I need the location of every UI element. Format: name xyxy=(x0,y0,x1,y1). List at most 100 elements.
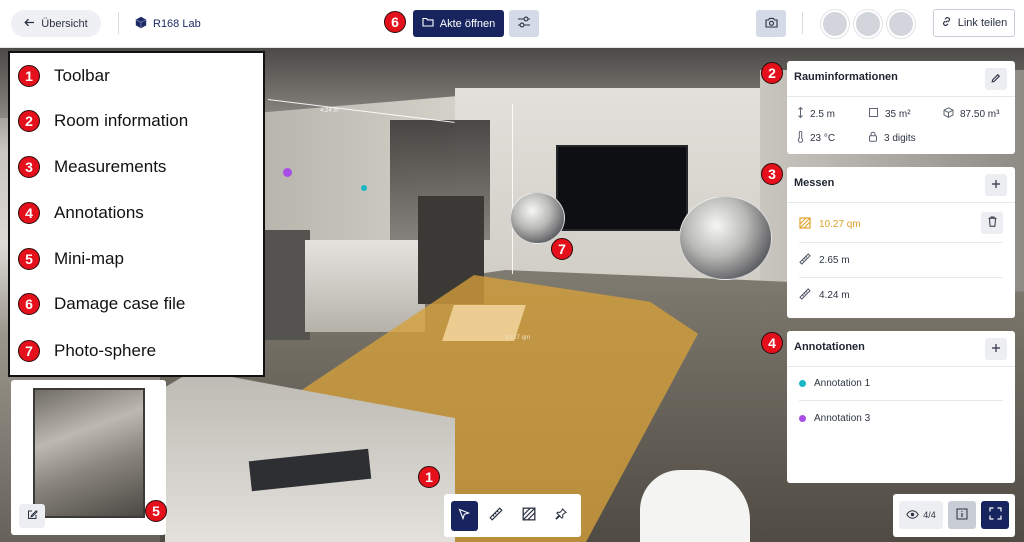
line-measurement-label: 4.24 m xyxy=(320,108,339,114)
project-name: R168 Lab xyxy=(153,18,201,30)
eye-icon xyxy=(906,509,920,521)
measurement-item-length[interactable]: 2.65 m xyxy=(787,243,1015,277)
annotations-panel: Annotationen Annotation 1 Annotation 3 xyxy=(787,331,1015,483)
avatar[interactable] xyxy=(887,10,915,38)
annotation-tool-button[interactable] xyxy=(547,501,574,531)
share-link-button[interactable]: Link teilen xyxy=(933,9,1015,37)
open-file-label: Akte öffnen xyxy=(439,17,496,30)
view-controls: 4/4 xyxy=(893,494,1015,537)
add-measurement-button[interactable] xyxy=(985,174,1007,196)
toolbar xyxy=(444,494,581,537)
measurement-item-area[interactable]: 10.27 qm xyxy=(787,207,1015,241)
legend-box: 1 Toolbar 2 Room information 3 Measureme… xyxy=(8,51,265,377)
arrow-left-icon xyxy=(24,18,35,30)
select-tool-button[interactable] xyxy=(450,500,478,531)
fullscreen-icon xyxy=(988,507,1002,523)
room-height: 2.5 m xyxy=(797,106,835,121)
annotation-item[interactable]: Annotation 3 xyxy=(787,401,1015,435)
folder-icon xyxy=(422,17,434,30)
minimap-edit-button[interactable] xyxy=(19,504,45,528)
area-measurement-label: 10.27 qm xyxy=(505,335,531,341)
legend-number: 4 xyxy=(18,202,40,224)
ruler-icon xyxy=(489,507,504,524)
visible-markers-count: 4/4 xyxy=(923,510,936,520)
pin-icon xyxy=(555,508,567,523)
room-volume: 87.50 m³ xyxy=(943,107,999,121)
link-icon xyxy=(941,16,952,30)
visible-markers-toggle[interactable]: 4/4 xyxy=(899,501,943,529)
wall-tv xyxy=(556,145,688,231)
measurement-item-length[interactable]: 4.24 m xyxy=(787,278,1015,312)
legend-number: 5 xyxy=(18,248,40,270)
measurements-panel: Messen 10.27 qm 2.65 m 4.24 m xyxy=(787,167,1015,318)
top-bar: Übersicht R168 Lab Akte öffnen Link teil… xyxy=(0,0,1024,48)
cube-icon xyxy=(943,107,954,121)
area-icon xyxy=(868,107,879,121)
photo-sphere-marker[interactable] xyxy=(679,196,772,280)
settings-button[interactable] xyxy=(509,10,539,37)
legend-label: Measurements xyxy=(54,157,167,176)
vertical-measurement-line[interactable] xyxy=(512,104,513,274)
legend-item: 2 Room information xyxy=(18,110,188,132)
screenshot-button[interactable] xyxy=(756,10,786,37)
back-button[interactable]: Übersicht xyxy=(11,10,101,37)
legend-item: 3 Measurements xyxy=(18,156,166,178)
callout-marker: 3 xyxy=(761,163,783,185)
area-measure-icon xyxy=(799,216,811,232)
ruler-icon xyxy=(799,252,811,268)
avatar[interactable] xyxy=(821,10,849,38)
annotation-label: Annotation 1 xyxy=(814,377,871,389)
callout-marker: 1 xyxy=(418,466,440,488)
open-file-button[interactable]: Akte öffnen xyxy=(413,10,504,37)
sliders-icon xyxy=(517,16,531,31)
edit-room-button[interactable] xyxy=(985,68,1007,90)
lock-icon xyxy=(868,131,878,145)
legend-item: 7 Photo-sphere xyxy=(18,340,156,362)
ruler-icon xyxy=(799,287,811,303)
legend-number: 3 xyxy=(18,156,40,178)
pencil-icon xyxy=(991,73,1001,86)
measurement-value: 10.27 qm xyxy=(819,218,861,230)
legend-label: Room information xyxy=(54,111,189,130)
legend-item: 5 Mini-map xyxy=(18,248,124,270)
annotation-item[interactable]: Annotation 1 xyxy=(787,366,1015,400)
annotations-title: Annotationen xyxy=(794,341,865,353)
add-annotation-button[interactable] xyxy=(985,338,1007,360)
cube-icon xyxy=(135,16,147,32)
legend-label: Damage case file xyxy=(54,294,186,313)
annotation-color-dot xyxy=(799,379,806,387)
annotation-marker[interactable] xyxy=(361,185,367,191)
annotation-marker[interactable] xyxy=(283,168,292,177)
callout-marker: 6 xyxy=(384,11,406,33)
storage-cabinet xyxy=(305,240,425,332)
legend-number: 2 xyxy=(18,110,40,132)
room-volume-value: 87.50 m³ xyxy=(960,108,1000,120)
edit-square-icon xyxy=(27,509,38,523)
project-breadcrumb[interactable]: R168 Lab xyxy=(135,16,201,32)
trash-icon xyxy=(988,216,997,230)
measure-length-tool-button[interactable] xyxy=(483,501,510,531)
legend-item: 6 Damage case file xyxy=(18,293,185,315)
info-button[interactable] xyxy=(948,501,976,529)
height-icon xyxy=(797,106,804,121)
legend-number: 6 xyxy=(18,293,40,315)
room-area: 35 m² xyxy=(868,107,911,121)
measure-area-tool-button[interactable] xyxy=(515,501,542,531)
divider xyxy=(787,96,1015,97)
floor-plan-image[interactable] xyxy=(33,388,145,518)
room-info-title: Rauminformationen xyxy=(794,71,898,83)
callout-marker: 7 xyxy=(551,238,573,260)
measurements-title: Messen xyxy=(794,177,835,189)
photo-sphere-marker[interactable] xyxy=(510,192,565,244)
room-lock-value: 3 digits xyxy=(884,132,916,144)
cursor-icon xyxy=(458,508,471,523)
fullscreen-button[interactable] xyxy=(981,501,1009,529)
delete-measurement-button[interactable] xyxy=(981,212,1003,234)
legend-item: 4 Annotations xyxy=(18,202,144,224)
legend-label: Photo-sphere xyxy=(54,341,157,360)
room-temperature-value: 23 °C xyxy=(810,133,836,144)
annotation-label: Annotation 3 xyxy=(814,412,871,424)
avatar[interactable] xyxy=(854,10,882,38)
mini-map[interactable] xyxy=(11,380,166,535)
room-lock: 3 digits xyxy=(868,131,916,145)
